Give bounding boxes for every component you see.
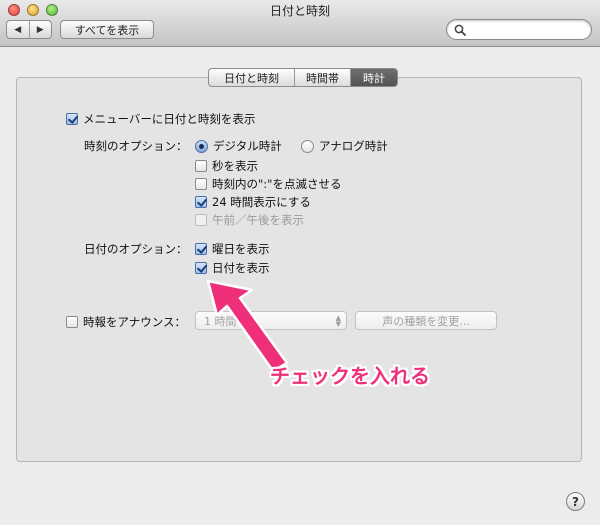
annotation-text: チェックを入れる (270, 364, 430, 388)
tab-bar: 日付と時刻 時間帯 時計 (208, 68, 398, 87)
help-button[interactable]: ? (566, 492, 585, 511)
tab-date-time[interactable]: 日付と時刻 (209, 69, 294, 86)
tab-time-zone[interactable]: 時間帯 (294, 69, 350, 86)
preferences-window: 日付と時刻 ◀ ▶ すべてを表示 日付と時刻 時間帯 時計 メニューバーに日付と… (0, 0, 600, 525)
tab-clock[interactable]: 時計 (350, 69, 397, 86)
